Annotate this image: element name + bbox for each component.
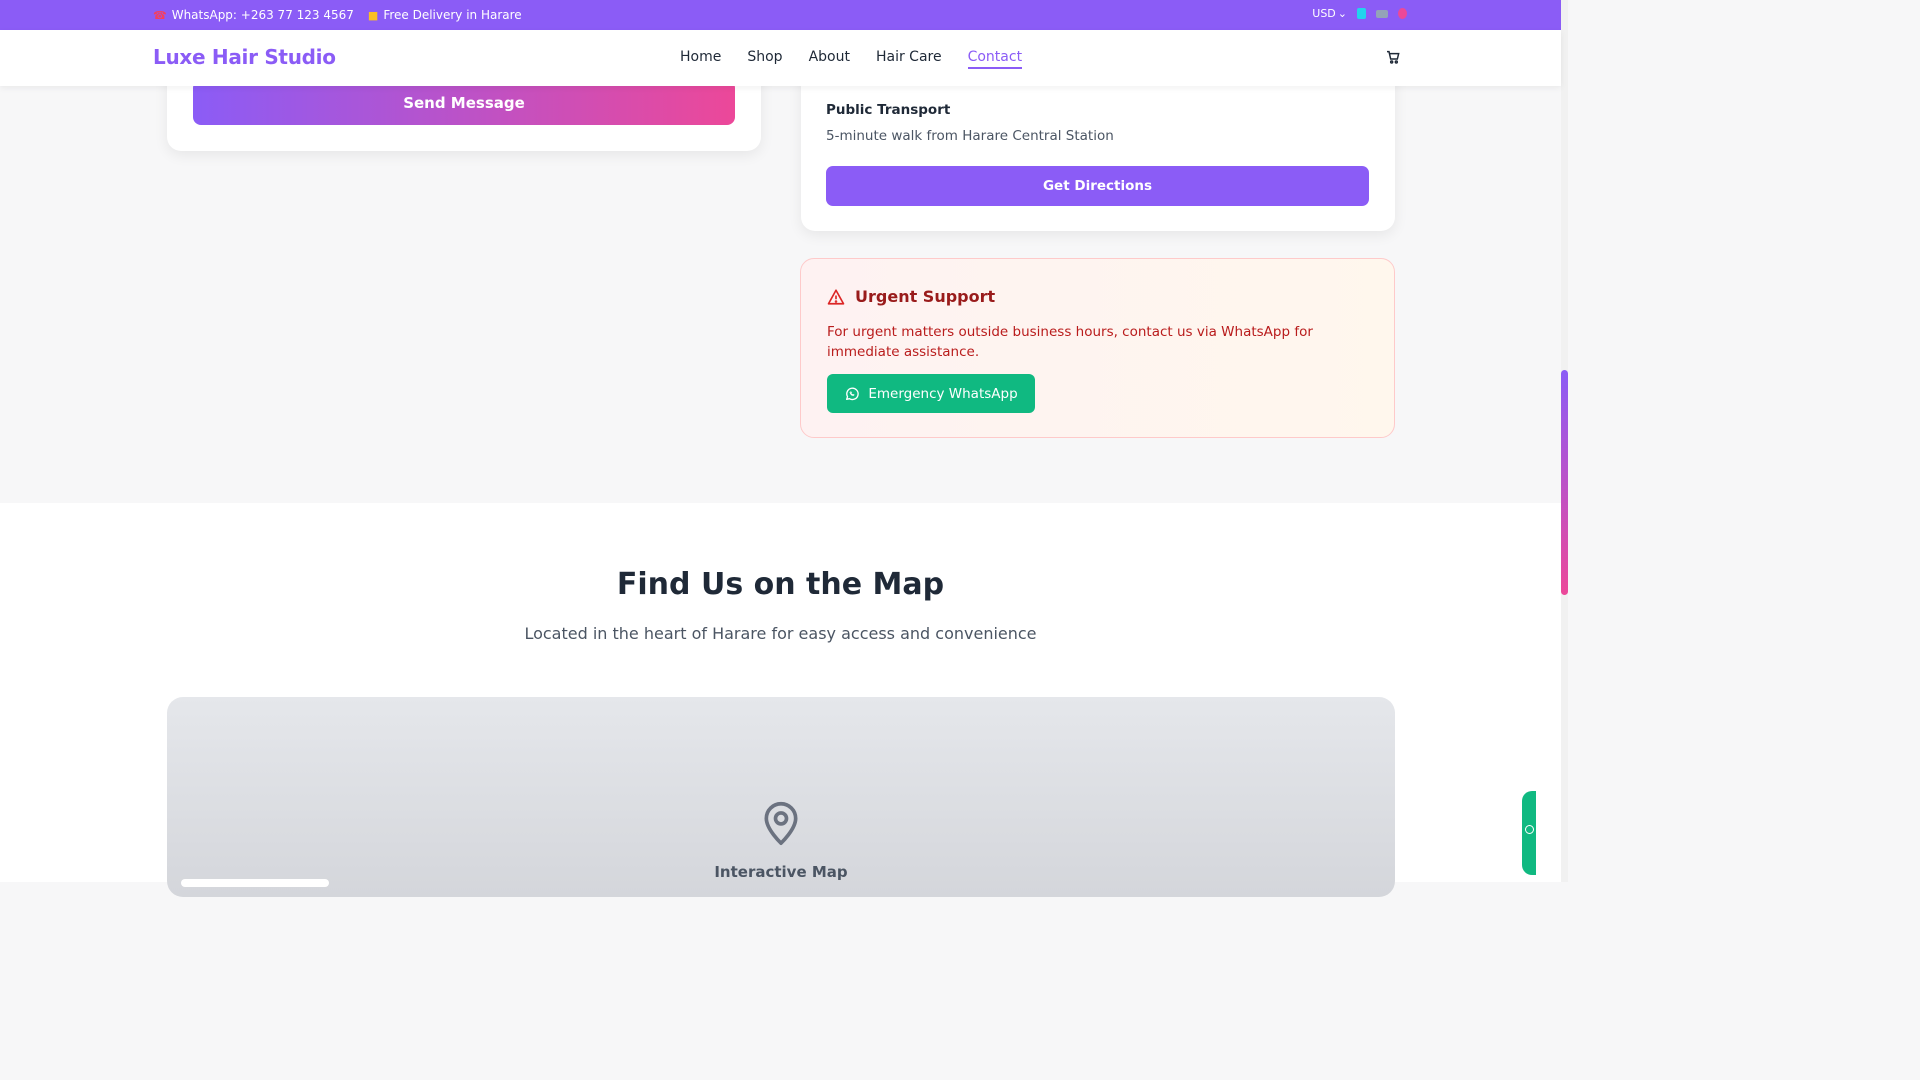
nav-about[interactable]: About bbox=[809, 49, 850, 69]
public-transport-text: 5-minute walk from Harare Central Statio… bbox=[826, 128, 1114, 144]
floating-whatsapp-button[interactable] bbox=[1522, 791, 1536, 875]
urgent-support-title: Urgent Support bbox=[855, 287, 996, 306]
whatsapp-icon bbox=[846, 387, 860, 400]
top-promo-bar: ☎ WhatsApp: +263 77 123 4567 ■ Free Deli… bbox=[0, 0, 1561, 30]
emergency-whatsapp-label: Emergency WhatsApp bbox=[868, 385, 1018, 402]
public-transport-title: Public Transport bbox=[826, 102, 951, 118]
urgent-support-text: For urgent matters outside business hour… bbox=[827, 324, 1313, 360]
site-logo[interactable]: Luxe Hair Studio bbox=[153, 45, 336, 69]
whatsapp-float-icon bbox=[1525, 825, 1534, 834]
nav-shop[interactable]: Shop bbox=[747, 49, 782, 69]
map-pin-icon bbox=[764, 801, 798, 845]
nav-home[interactable]: Home bbox=[680, 49, 721, 69]
currency-label: USD bbox=[1312, 7, 1336, 20]
chevron-down-icon: ⌄ bbox=[1337, 7, 1347, 20]
map-overlay-chip bbox=[181, 879, 329, 887]
cart-icon[interactable] bbox=[1385, 49, 1401, 65]
urgent-support-card: Urgent Support For urgent matters outsid… bbox=[800, 258, 1395, 438]
scrollbar-thumb[interactable] bbox=[1561, 370, 1568, 595]
main-nav: Home Shop About Hair Care Contact bbox=[680, 49, 1023, 69]
send-message-button[interactable]: Send Message bbox=[193, 80, 735, 125]
interactive-map[interactable]: Interactive Map bbox=[167, 697, 1395, 897]
nav-hair-care[interactable]: Hair Care bbox=[876, 49, 942, 69]
urgent-support-heading: Urgent Support bbox=[827, 287, 995, 306]
warning-icon bbox=[827, 288, 845, 305]
map-section: Find Us on the Map Located in the heart … bbox=[0, 503, 1561, 897]
truck-icon: ■ bbox=[367, 8, 379, 22]
tiktok-icon[interactable] bbox=[1398, 8, 1407, 19]
delivery-text: Free Delivery in Harare bbox=[383, 8, 522, 22]
map-section-subtitle: Located in the heart of Harare for easy … bbox=[524, 624, 1037, 643]
emergency-whatsapp-button[interactable]: Emergency WhatsApp bbox=[827, 374, 1035, 413]
get-directions-button[interactable]: Get Directions bbox=[826, 166, 1369, 206]
nav-contact[interactable]: Contact bbox=[967, 49, 1023, 69]
delivery-notice: ■ Free Delivery in Harare bbox=[368, 8, 522, 22]
whatsapp-number: WhatsApp: +263 77 123 4567 bbox=[171, 8, 354, 22]
whatsapp-contact[interactable]: ☎ WhatsApp: +263 77 123 4567 bbox=[153, 8, 354, 22]
phone-icon: ☎ bbox=[153, 8, 167, 22]
map-placeholder-label: Interactive Map bbox=[714, 863, 848, 881]
main-header: Luxe Hair Studio Home Shop About Hair Ca… bbox=[0, 30, 1561, 86]
currency-selector[interactable]: USD ⌄ bbox=[1312, 7, 1347, 20]
facebook-icon[interactable] bbox=[1357, 8, 1366, 19]
instagram-icon[interactable] bbox=[1376, 9, 1388, 18]
map-section-title: Find Us on the Map bbox=[616, 567, 945, 602]
